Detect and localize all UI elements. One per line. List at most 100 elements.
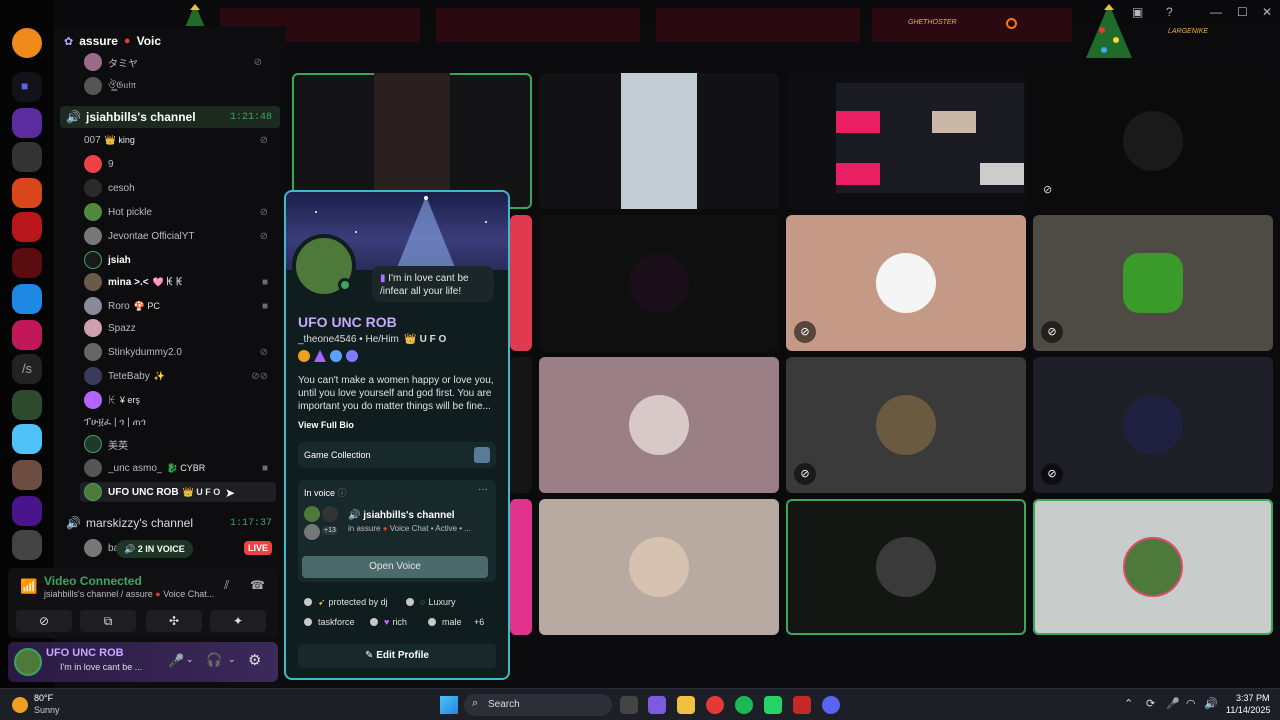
- dm-folder-icon[interactable]: ■: [12, 72, 42, 102]
- voice-channel-name[interactable]: 🔊 jsiahbills's channel: [348, 510, 455, 521]
- member-row[interactable]: Hot pickle ⊘: [84, 202, 276, 222]
- member-row[interactable]: cesoh: [84, 178, 276, 198]
- tray-icon[interactable]: 🎤: [1166, 697, 1180, 710]
- close-button[interactable]: ✕: [1262, 5, 1272, 19]
- voice-channel-marskizzy[interactable]: 🔊 marskizzy's channel 1:17:37: [60, 512, 280, 534]
- server-icon[interactable]: [12, 248, 42, 278]
- chevron-down-icon[interactable]: ⌄: [228, 654, 236, 665]
- member-row[interactable]: 美英: [84, 434, 276, 454]
- activities-button[interactable]: ✣: [146, 610, 202, 632]
- role-pill[interactable]: ♥ rich: [370, 614, 407, 630]
- server-icon[interactable]: [12, 424, 42, 454]
- member-row[interactable]: 007 👑 king ⊘: [84, 130, 276, 150]
- minimize-button[interactable]: —: [1210, 5, 1222, 19]
- settings-gear-icon[interactable]: ⚙: [248, 651, 261, 669]
- badge-icon[interactable]: [314, 350, 326, 362]
- noise-suppression-icon[interactable]: ⫽: [224, 578, 229, 593]
- voice-status[interactable]: Video Connected: [44, 574, 142, 588]
- member-row[interactable]: _unc asmo_ 🐉 CYBR ■: [84, 458, 276, 478]
- video-tile[interactable]: [539, 499, 779, 635]
- server-icon[interactable]: [12, 320, 42, 350]
- camera-off-button[interactable]: ⊘: [16, 610, 72, 632]
- member-row[interactable]: ঔৣ𝔊𝔲𝔦𝔫: [84, 76, 276, 96]
- tray-icon[interactable]: ⟳: [1146, 697, 1155, 710]
- member-row-selected[interactable]: UFO UNC ROB 👑 U F O: [80, 482, 276, 502]
- member-row[interactable]: タミヤ ⊘: [84, 52, 276, 72]
- wifi-icon[interactable]: ◠: [1186, 697, 1196, 710]
- screen-share-button[interactable]: ⧉: [80, 610, 136, 632]
- video-tile-partial[interactable]: [510, 499, 532, 635]
- server-icon[interactable]: [12, 212, 42, 242]
- weather-temp[interactable]: 80°F: [34, 693, 53, 703]
- microphone-icon[interactable]: 🎤: [168, 653, 184, 669]
- member-row[interactable]: Stinkydummy2.0 ⊘: [84, 342, 276, 362]
- badge-icon[interactable]: [298, 350, 310, 362]
- role-pill[interactable]: taskforce: [304, 614, 355, 630]
- task-view-icon[interactable]: [620, 696, 638, 714]
- video-tile-partial[interactable]: [510, 357, 532, 493]
- member-row[interactable]: mina >.< 🩷 ꀘ ꀘ ■: [84, 272, 276, 292]
- voice-channel-jsiahbills[interactable]: 🔊 jsiahbills's channel 1:21:48: [60, 106, 280, 128]
- chrome-icon[interactable]: [706, 696, 724, 714]
- home-server-icon[interactable]: [12, 28, 42, 58]
- role-pill[interactable]: ➹ protected by dj: [304, 594, 388, 610]
- screen-share-tile[interactable]: [786, 73, 1026, 209]
- video-tile[interactable]: ⊘: [786, 215, 1026, 351]
- video-tile[interactable]: ⊘: [1033, 215, 1273, 351]
- help-icon[interactable]: ?: [1166, 5, 1173, 19]
- video-tile[interactable]: ⊘: [1033, 357, 1273, 493]
- file-explorer-icon[interactable]: [677, 696, 695, 714]
- server-icon[interactable]: [12, 460, 42, 490]
- badge-icon[interactable]: [330, 350, 342, 362]
- member-row[interactable]: Spazz: [84, 318, 276, 338]
- member-row[interactable]: ꀘ ¥ erş: [84, 390, 276, 410]
- inbox-icon[interactable]: ▣: [1132, 5, 1143, 19]
- taskbar-search[interactable]: ⌕ Search: [464, 694, 612, 716]
- edit-profile-button[interactable]: ✎ Edit Profile: [298, 644, 496, 668]
- windows-start-icon[interactable]: [440, 696, 458, 714]
- member-row[interactable]: Roro 🍄 PC ■: [84, 296, 276, 316]
- member-row[interactable]: 9: [84, 154, 276, 174]
- weather-desc[interactable]: Sunny: [34, 705, 60, 715]
- server-icon[interactable]: [12, 178, 42, 208]
- disconnect-icon[interactable]: ☎: [250, 578, 265, 592]
- view-full-bio-link[interactable]: View Full Bio: [298, 420, 354, 430]
- server-header[interactable]: ✿ assure ● Voic: [64, 34, 161, 48]
- video-tile[interactable]: [539, 357, 779, 493]
- role-pill[interactable]: ○ Luxury: [406, 594, 455, 610]
- discord-icon[interactable]: [822, 696, 840, 714]
- video-tile[interactable]: ⊘: [786, 357, 1026, 493]
- role-pill[interactable]: male: [428, 614, 462, 630]
- copilot-icon[interactable]: [648, 696, 666, 714]
- member-row[interactable]: jsiah: [84, 250, 276, 270]
- more-options-icon[interactable]: ···: [478, 484, 488, 495]
- open-voice-button[interactable]: Open Voice: [302, 556, 488, 578]
- server-icon[interactable]: [12, 108, 42, 138]
- clock-time[interactable]: 3:37 PM: [1236, 693, 1270, 703]
- app-icon[interactable]: [764, 696, 782, 714]
- video-tile[interactable]: [539, 215, 779, 351]
- member-row[interactable]: TeteBaby ✨ ⊘⊘: [84, 366, 276, 386]
- server-icon[interactable]: [12, 530, 42, 560]
- game-collection-card[interactable]: Game Collection: [298, 442, 496, 468]
- volume-icon[interactable]: 🔊: [1204, 697, 1218, 710]
- video-tile[interactable]: [786, 499, 1026, 635]
- badge-icon[interactable]: [346, 350, 358, 362]
- server-icon[interactable]: /s: [12, 354, 42, 384]
- video-tile-partial[interactable]: [510, 215, 532, 351]
- video-tile[interactable]: [292, 73, 532, 209]
- member-row[interactable]: Jevontae OfficialYT ⊘: [84, 226, 276, 246]
- chevron-up-icon[interactable]: ⌃: [1124, 697, 1133, 710]
- chevron-down-icon[interactable]: ⌄: [186, 654, 194, 665]
- more-roles[interactable]: +6: [474, 614, 484, 630]
- video-tile[interactable]: [539, 73, 779, 209]
- server-icon[interactable]: [12, 390, 42, 420]
- member-row[interactable]: ፕሁ፱ፈ | ጎ | ጠጎ: [84, 412, 276, 432]
- clock-date[interactable]: 11/14/2025: [1226, 705, 1270, 715]
- spotify-icon[interactable]: [735, 696, 753, 714]
- maximize-button[interactable]: ☐: [1237, 5, 1248, 19]
- weather-sun-icon[interactable]: [12, 697, 28, 713]
- app-icon[interactable]: [793, 696, 811, 714]
- server-icon[interactable]: [12, 496, 42, 526]
- video-tile[interactable]: ⊘: [1033, 73, 1273, 209]
